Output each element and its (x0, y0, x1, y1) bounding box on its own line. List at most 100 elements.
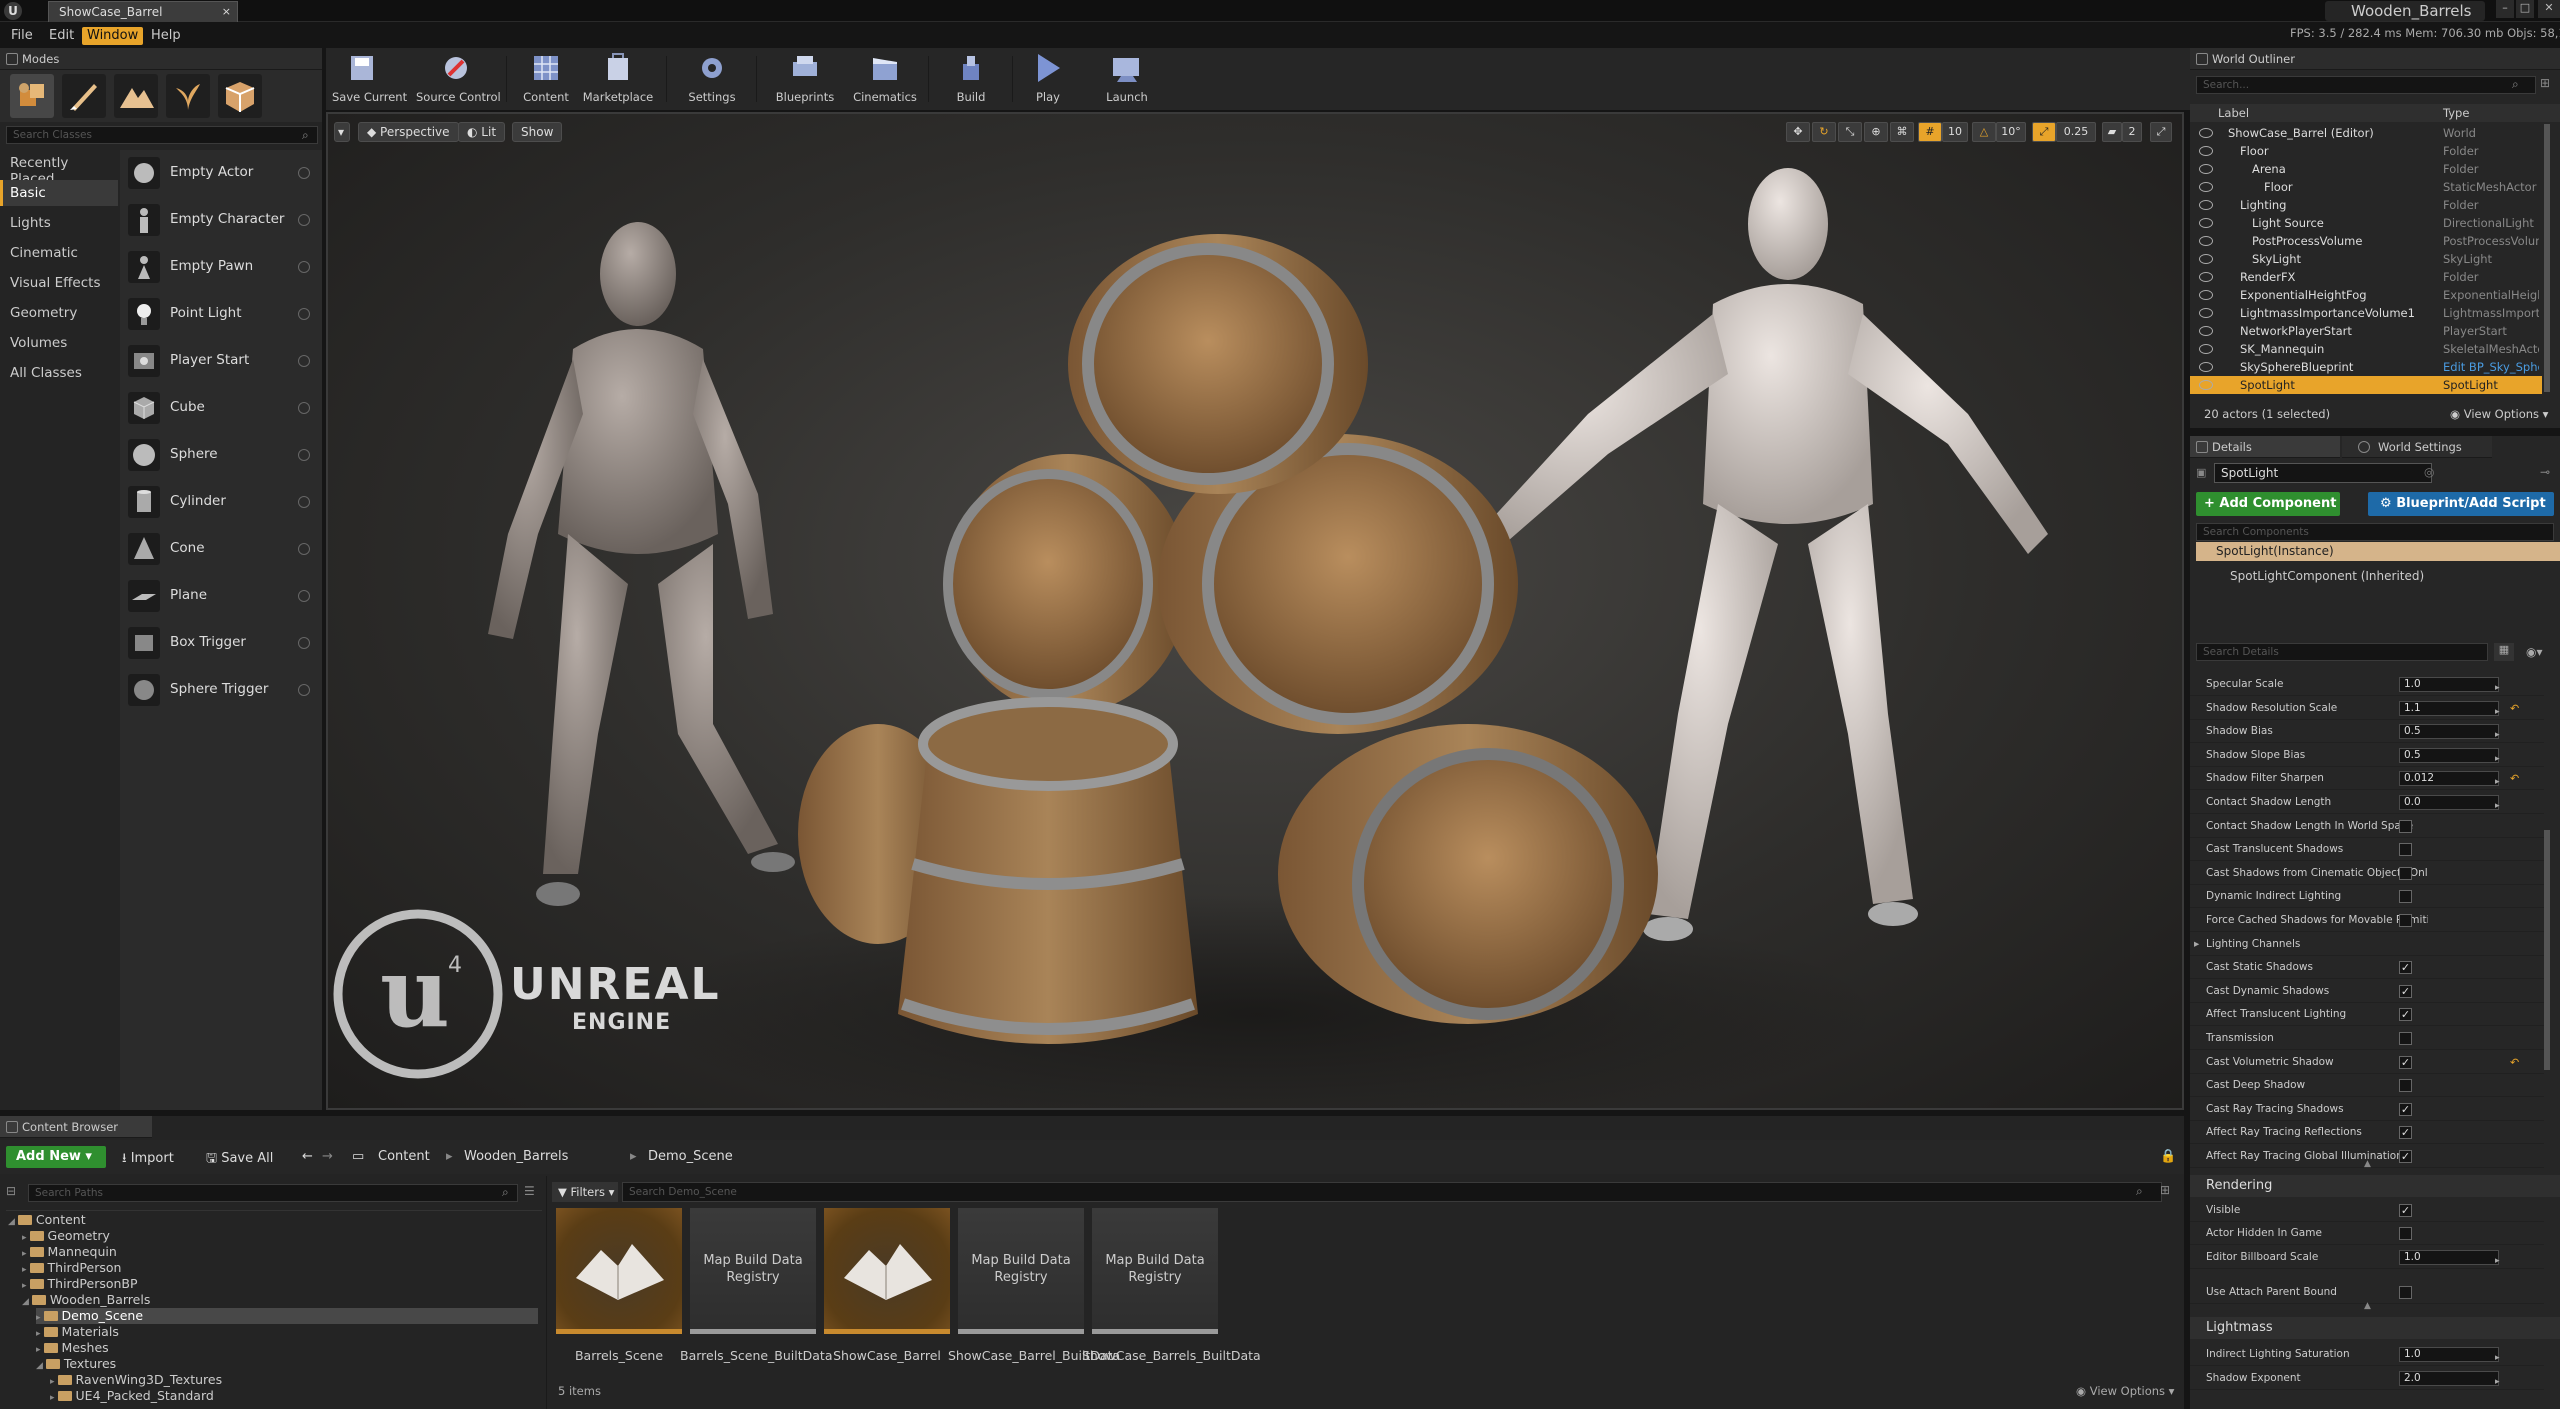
place-sphere[interactable]: Sphere (122, 434, 320, 476)
details-tab[interactable]: Details (2190, 436, 2340, 458)
folder-tree-item[interactable]: ◢ Content (8, 1212, 86, 1228)
place-cylinder[interactable]: Cylinder (122, 481, 320, 523)
save-current-button[interactable]: Save Current (332, 50, 407, 108)
grid-snap-value[interactable]: 10 (1942, 122, 1968, 142)
menu-window[interactable]: Window (82, 27, 144, 45)
scale-snap-value[interactable]: 0.25 (2056, 122, 2096, 142)
visibility-eye-icon[interactable] (2199, 272, 2213, 282)
category-cinematic[interactable]: Cinematic (0, 240, 118, 266)
back-arrow-icon[interactable]: ← (302, 1149, 313, 1164)
minimize-icon[interactable]: – (2496, 0, 2514, 18)
surface-snap-icon[interactable]: ⌘ (1890, 122, 1914, 142)
property-value-input[interactable]: 0.0 (2399, 795, 2499, 810)
marketplace-button[interactable]: Marketplace (582, 50, 654, 108)
save-search-icon[interactable]: ⊞ (2160, 1183, 2170, 1197)
reset-to-default-icon[interactable]: ↶ (2510, 1051, 2519, 1074)
spin-arrow-icon[interactable]: ▸ (2495, 1250, 2500, 1273)
pin-icon[interactable]: ⊸ (2540, 465, 2550, 479)
expand-arrow-icon[interactable]: ▸ (22, 1249, 27, 1259)
close-window-icon[interactable]: ✕ (2538, 0, 2560, 18)
category-basic[interactable]: Basic (0, 180, 118, 206)
category-visual-effects[interactable]: Visual Effects (0, 270, 118, 296)
save-all-button[interactable]: 🖫 Save All (206, 1149, 273, 1171)
details-search-input[interactable]: Search Details (2196, 643, 2488, 661)
visibility-eye-icon[interactable] (2199, 200, 2213, 210)
asset-tile[interactable]: Map Build Data Registry ShowCase_Barrels_… (1082, 1208, 1261, 1373)
property-checkbox[interactable]: ✓ (2399, 961, 2412, 975)
add-folder-icon[interactable]: ⊞ (2540, 76, 2550, 90)
scale-icon[interactable]: ⤡ (1838, 122, 1862, 142)
outliner-row[interactable]: SkySphereBlueprint Edit BP_Sky_Sphere (2190, 358, 2542, 376)
lightmass-section-header[interactable]: Lightmass (2190, 1317, 2560, 1339)
help-icon[interactable] (298, 308, 310, 320)
level-viewport[interactable]: u 4 UNREAL ENGINE ▾ ◆ Perspective ◐ Lit … (326, 112, 2184, 1110)
collapse-sources-icon[interactable]: ⊟ (6, 1184, 16, 1198)
expand-arrow-icon[interactable]: ▸ (50, 1377, 55, 1387)
help-icon[interactable] (298, 496, 310, 508)
property-checkbox[interactable]: ✓ (2399, 1150, 2412, 1163)
property-checkbox[interactable] (2399, 914, 2412, 927)
content-view-options[interactable]: ◉ View Options ▾ (2076, 1384, 2174, 1398)
expand-arrow-icon[interactable]: ▸ (50, 1393, 55, 1403)
expand-arrow-icon[interactable]: ▸ (22, 1281, 27, 1291)
property-checkbox[interactable] (2399, 843, 2412, 857)
help-icon[interactable] (298, 449, 310, 461)
asset-tile[interactable]: Map Build Data Registry ShowCase_Barrel_B… (948, 1208, 1120, 1373)
outliner-row[interactable]: ExponentialHeightFog ExponentialHeightFog (2190, 286, 2542, 304)
menu-file[interactable]: File (6, 27, 38, 45)
property-checkbox[interactable]: ✓ (2399, 984, 2412, 998)
folder-tree-item[interactable]: ▸ Mannequin (22, 1244, 117, 1260)
outliner-row[interactable]: PostProcessVolume PostProcessVolume (2190, 232, 2542, 250)
category-lights[interactable]: Lights (0, 210, 118, 236)
outliner-row[interactable]: SpotLight SpotLight (2190, 376, 2542, 394)
landscape-mode-icon[interactable] (114, 74, 158, 118)
expand-arrow-icon[interactable]: ▸ (36, 1313, 41, 1323)
breadcrumb-content[interactable]: Content (378, 1149, 430, 1164)
place-player-start[interactable]: Player Start (122, 340, 320, 382)
property-checkbox[interactable] (2399, 866, 2412, 880)
outliner-row[interactable]: Arena Folder (2190, 160, 2542, 178)
collapse-arrow-icon[interactable]: ▲ (2364, 1301, 2371, 1311)
outliner-row[interactable]: Lighting Folder (2190, 196, 2542, 214)
property-checkbox[interactable] (2399, 890, 2412, 904)
folder-tree-item[interactable]: ▸ UE4_Packed_Standard (50, 1388, 214, 1404)
col-label[interactable]: Label (2218, 106, 2249, 120)
launch-button[interactable]: Launch (1102, 50, 1152, 108)
outliner-row[interactable]: ShowCase_Barrel (Editor) World (2190, 124, 2542, 142)
visibility-eye-icon[interactable] (2199, 290, 2213, 300)
help-icon[interactable] (298, 402, 310, 414)
world-settings-tab[interactable]: World Settings (2342, 436, 2492, 458)
perspective-button[interactable]: ◆ Perspective (358, 122, 459, 142)
help-icon[interactable] (298, 684, 310, 696)
component-instance-row[interactable]: SpotLight(Instance) (2196, 542, 2560, 561)
visibility-eye-icon[interactable] (2199, 146, 2213, 156)
lit-button[interactable]: ◐ Lit (458, 122, 506, 142)
content-button[interactable]: Content (522, 50, 570, 108)
rotate-icon[interactable]: ↻ (1812, 122, 1836, 142)
outliner-search-input[interactable]: Search... (2196, 76, 2536, 94)
place-empty-actor[interactable]: Empty Actor (122, 152, 320, 194)
expand-arrow-icon[interactable]: ▸ (22, 1265, 27, 1275)
category-volumes[interactable]: Volumes (0, 330, 118, 356)
help-icon[interactable] (298, 261, 310, 273)
help-icon[interactable] (298, 167, 310, 179)
property-checkbox[interactable]: ✓ (2399, 1102, 2412, 1116)
spin-arrow-icon[interactable]: ▸ (2495, 1371, 2500, 1394)
close-icon[interactable]: × (222, 5, 231, 18)
help-icon[interactable] (298, 590, 310, 602)
content-browser-tab[interactable]: Content Browser (0, 1116, 152, 1138)
visibility-eye-icon[interactable] (2199, 164, 2213, 174)
import-button[interactable]: ⭳ Import (122, 1149, 174, 1171)
expand-arrow-icon[interactable]: ▸ (22, 1233, 27, 1243)
folder-tree-item[interactable]: ▸ Materials (36, 1324, 119, 1340)
collapse-arrow-icon[interactable]: ▲ (2364, 1159, 2371, 1169)
place-point-light[interactable]: Point Light (122, 293, 320, 335)
help-icon[interactable] (298, 214, 310, 226)
property-checkbox[interactable] (2399, 1286, 2412, 1300)
property-checkbox[interactable] (2399, 819, 2412, 833)
help-icon[interactable] (298, 355, 310, 367)
property-value-input[interactable]: 1.0 (2399, 1347, 2499, 1362)
reset-to-default-icon[interactable]: ↶ (2510, 767, 2519, 790)
eye-icon[interactable]: ◉▾ (2526, 645, 2543, 659)
build-button[interactable]: Build (946, 50, 996, 108)
